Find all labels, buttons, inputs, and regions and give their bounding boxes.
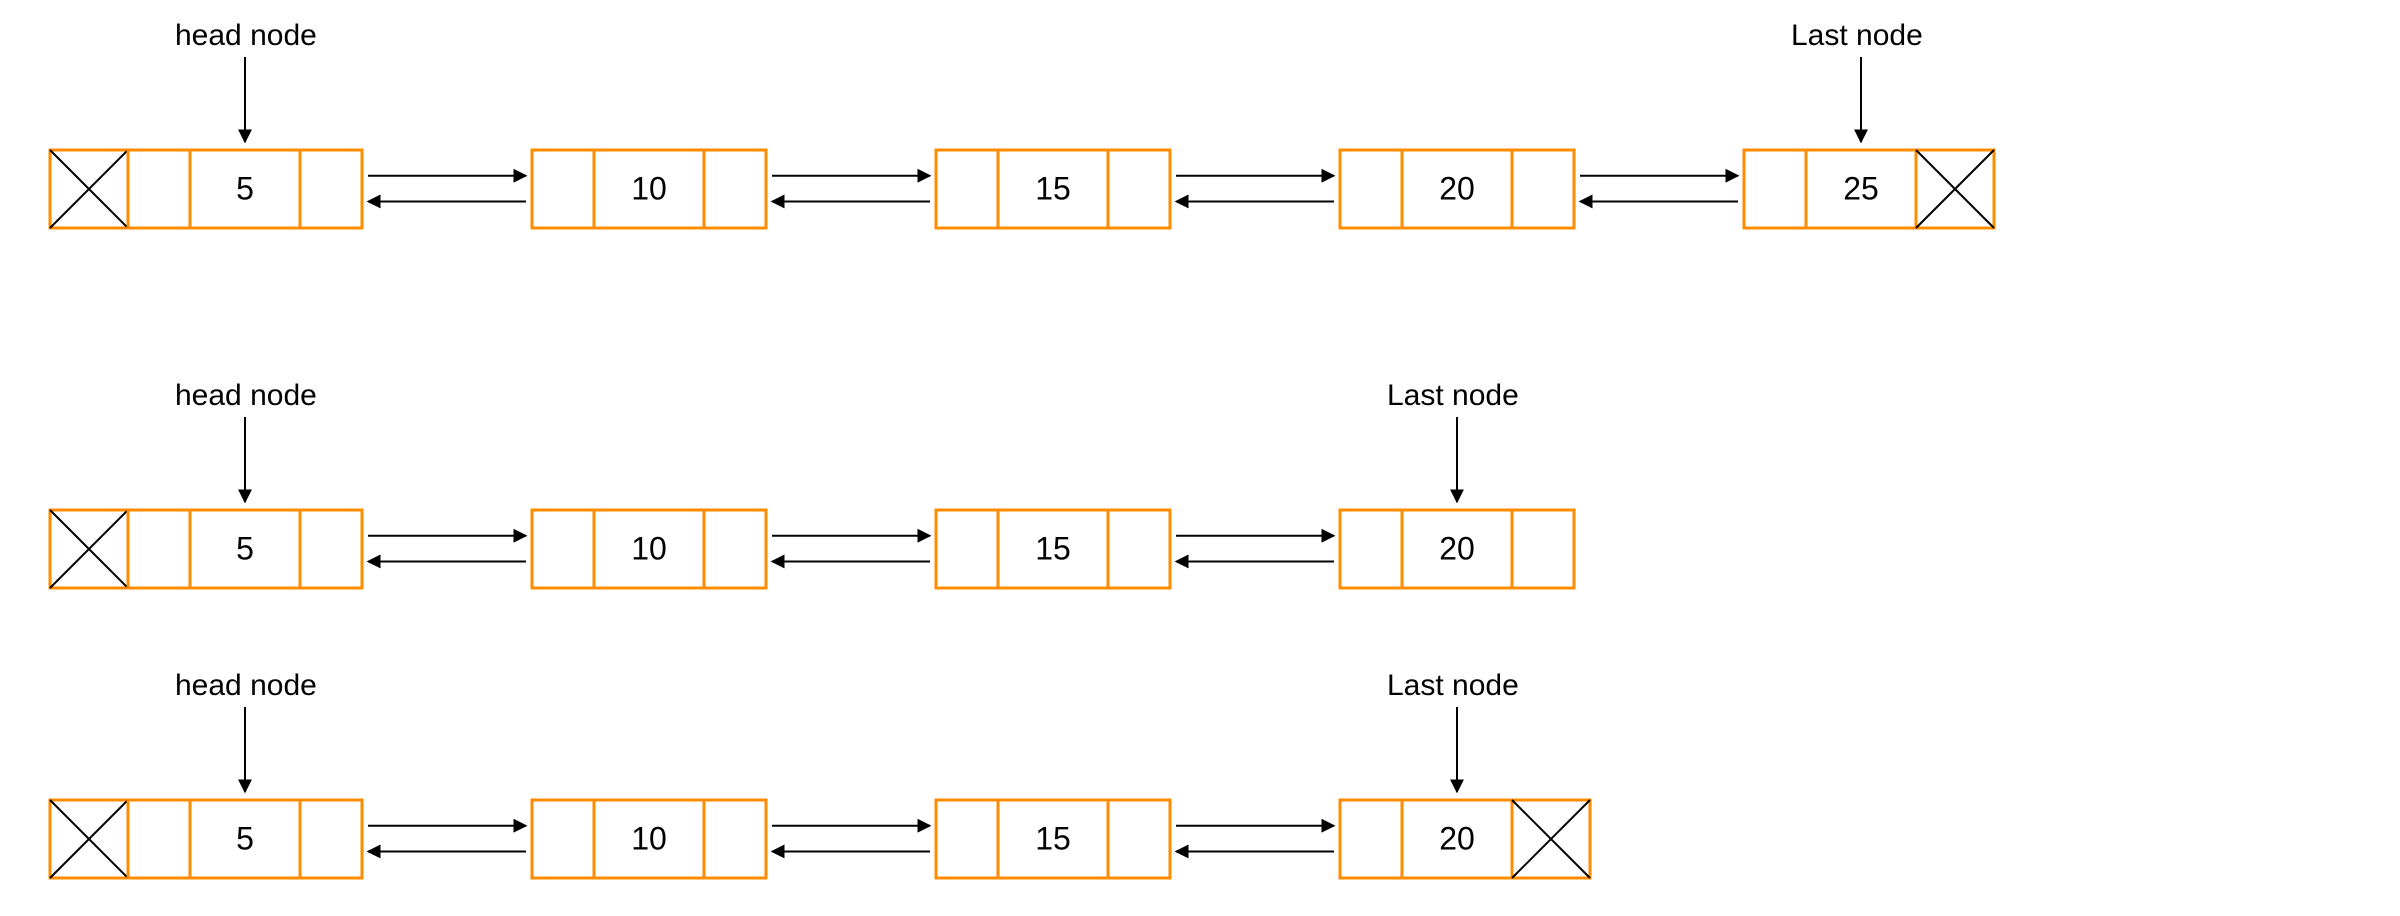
next-pointer-cell [704,510,766,588]
node-value: 10 [631,170,667,206]
node-value: 5 [236,820,254,856]
node-1: 10 [532,510,766,588]
node-2: 15 [936,510,1170,588]
head-label: head node [175,19,317,52]
next-pointer-cell [1512,510,1574,588]
last-label: Last node [1387,669,1519,702]
node-value: 15 [1035,530,1071,566]
node-value: 10 [631,530,667,566]
node-value: 5 [236,530,254,566]
prev-pointer-cell [532,800,594,878]
head-label: head node [175,669,317,702]
prev-pointer-cell [1340,510,1402,588]
node-1: 10 [532,800,766,878]
next-pointer-cell [1108,150,1170,228]
next-pointer-cell [704,800,766,878]
last-label: Last node [1387,379,1519,412]
next-pointer-cell [300,510,362,588]
null-head-box [50,150,128,228]
last-label: Last node [1791,19,1923,52]
node-1: 10 [532,150,766,228]
head-label: head node [175,379,317,412]
prev-pointer-cell [128,800,190,878]
prev-pointer-cell [532,510,594,588]
null-head-box [50,800,128,878]
next-pointer-cell [704,150,766,228]
node-3: 20 [1340,800,1512,878]
next-pointer-cell [1108,800,1170,878]
null-tail-box [1916,150,1994,228]
prev-pointer-cell [936,150,998,228]
null-head-box [50,510,128,588]
node-2: 15 [936,800,1170,878]
prev-pointer-cell [1744,150,1806,228]
node-value: 5 [236,170,254,206]
prev-pointer-cell [128,150,190,228]
prev-pointer-cell [128,510,190,588]
node-value: 15 [1035,170,1071,206]
node-2: 15 [936,150,1170,228]
prev-pointer-cell [1340,800,1402,878]
next-pointer-cell [1512,150,1574,228]
node-3: 20 [1340,510,1574,588]
linked-list-row-1: 5 10 15 20 head node Last node [50,379,1574,588]
node-0: 5 [128,510,362,588]
linked-list-row-0: 5 10 15 20 25 head node Last node [50,19,1994,228]
node-value: 20 [1439,170,1475,206]
node-value: 25 [1843,170,1879,206]
null-tail-box [1512,800,1590,878]
node-value: 20 [1439,530,1475,566]
node-value: 10 [631,820,667,856]
node-value: 20 [1439,820,1475,856]
node-0: 5 [128,800,362,878]
node-value: 15 [1035,820,1071,856]
prev-pointer-cell [936,800,998,878]
node-0: 5 [128,150,362,228]
prev-pointer-cell [532,150,594,228]
prev-pointer-cell [1340,150,1402,228]
linked-list-row-2: 5 10 15 20 head node Last node [50,669,1590,878]
node-4: 25 [1744,150,1916,228]
prev-pointer-cell [936,510,998,588]
node-3: 20 [1340,150,1574,228]
next-pointer-cell [1108,510,1170,588]
next-pointer-cell [300,800,362,878]
next-pointer-cell [300,150,362,228]
